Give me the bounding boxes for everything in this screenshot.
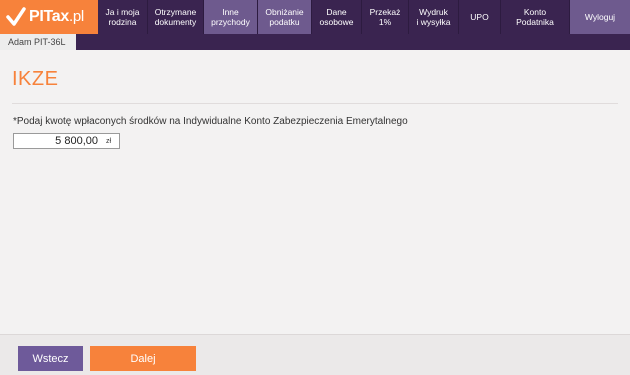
amount-question-label: *Podaj kwotę wpłaconych środków na Indyw…: [13, 116, 408, 127]
nav-item-wyloguj[interactable]: Wyloguj: [570, 0, 630, 34]
next-button[interactable]: Dalej: [90, 346, 196, 371]
nav-item-inne-przychody[interactable]: Inne przychody: [204, 0, 258, 34]
divider: [12, 103, 618, 104]
currency-label: zł: [106, 137, 112, 145]
top-navigation: PITax.pl Ja i moja rodzina Otrzymane dok…: [0, 0, 630, 34]
nav-item-dane-osobowe[interactable]: Dane osobowe: [312, 0, 362, 34]
logo[interactable]: PITax.pl: [0, 0, 98, 34]
page-title: IKZE: [12, 68, 59, 90]
nav-item-wydruk-i-wysylka[interactable]: Wydruk i wysyłka: [409, 0, 459, 34]
nav-item-upo[interactable]: UPO: [459, 0, 501, 34]
nav-item-przekaz-1-procent[interactable]: Przekaż 1%: [362, 0, 409, 34]
person-bar: Adam PIT-36L: [0, 34, 630, 50]
person-tab[interactable]: Adam PIT-36L: [0, 34, 76, 50]
amount-input[interactable]: [14, 134, 100, 148]
back-button[interactable]: Wstecz: [18, 346, 83, 371]
nav-item-ja-i-moja-rodzina[interactable]: Ja i moja rodzina: [98, 0, 148, 34]
nav-item-otrzymane-dokumenty[interactable]: Otrzymane dokumenty: [148, 0, 204, 34]
nav-item-obnizanie-podatku[interactable]: Obniżanie podatku: [258, 0, 312, 34]
brand-name: PITax.pl: [29, 8, 84, 25]
nav-item-konto-podatnika[interactable]: Konto Podatnika: [501, 0, 570, 34]
amount-field: zł: [13, 133, 120, 149]
checkmark-logo-icon: [6, 7, 26, 27]
app-root: PITax.pl Ja i moja rodzina Otrzymane dok…: [0, 0, 630, 375]
